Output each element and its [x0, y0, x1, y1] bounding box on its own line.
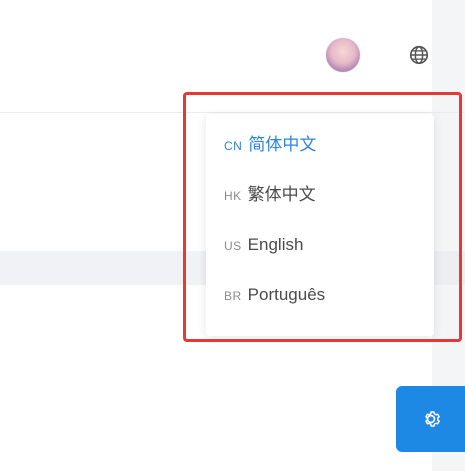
language-option-us[interactable]: US English — [206, 220, 434, 270]
content-row-right — [432, 251, 465, 285]
gear-icon — [424, 411, 440, 427]
language-label: 繁体中文 — [247, 185, 316, 204]
settings-button[interactable] — [396, 386, 465, 452]
language-option-hk[interactable]: HK 繁体中文 — [206, 170, 434, 220]
language-code: HK — [224, 189, 242, 203]
language-option-br[interactable]: BR Português — [206, 270, 434, 320]
user-avatar[interactable] — [326, 38, 360, 72]
language-code: US — [224, 239, 242, 253]
language-label: English — [247, 235, 304, 254]
language-option-cn[interactable]: CN 简体中文 — [206, 120, 434, 170]
content-row — [0, 251, 210, 285]
page: CN 简体中文 HK 繁体中文 US English BR Português — [0, 0, 465, 471]
header-divider — [0, 112, 465, 113]
header-bar — [0, 0, 465, 112]
language-dropdown: CN 简体中文 HK 繁体中文 US English BR Português — [206, 114, 434, 336]
globe-icon[interactable] — [408, 44, 430, 66]
language-code: CN — [224, 139, 243, 153]
language-code: BR — [224, 289, 242, 303]
language-label: Português — [247, 285, 326, 304]
language-label: 简体中文 — [248, 135, 317, 154]
